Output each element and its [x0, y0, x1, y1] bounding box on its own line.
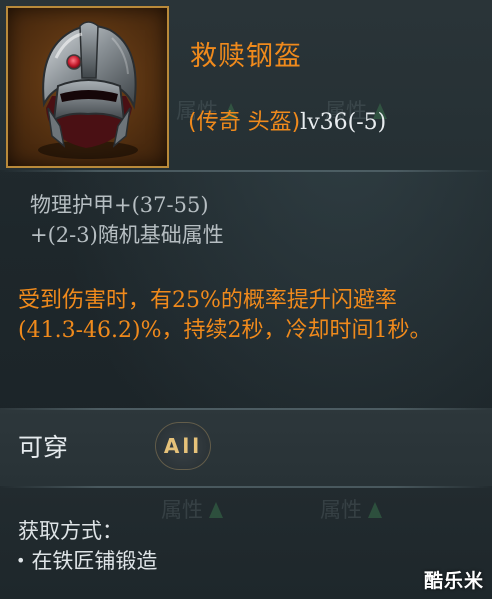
watermark-logo: 酷乐米	[423, 570, 484, 592]
acquisition-title: 获取方式：	[18, 519, 123, 543]
divider	[0, 486, 492, 488]
stat-physical-armor: 物理护甲+(37-55)	[30, 193, 209, 217]
item-type-level: (传奇 头盔)lv36(-5)	[188, 104, 386, 136]
item-rarity-slot: (传奇 头盔)	[188, 110, 301, 135]
green-arrow-icon	[368, 502, 382, 518]
green-arrow-icon	[209, 502, 223, 518]
stat-random-attributes: +(2-3)随机基础属性	[30, 223, 224, 247]
divider	[0, 408, 492, 410]
class-all-badge: All	[155, 422, 211, 470]
acquisition-method: • 在铁匠铺锻造	[16, 549, 158, 573]
wearable-section	[0, 408, 492, 486]
special-effect-text: 受到伤害时，有25%的概率提升闪避率(41.3-46.2)%，持续2秒，冷却时间…	[18, 288, 432, 343]
background-attribute-label: 属性	[161, 494, 223, 524]
wearable-label: 可穿	[18, 433, 69, 462]
item-name: 救赎钢盔	[190, 41, 302, 72]
legendary-helmet-icon	[6, 6, 169, 168]
item-level: lv36(-5)	[300, 110, 387, 135]
background-attribute-label: 属性	[320, 494, 382, 524]
divider	[0, 170, 492, 172]
stats-block: 物理护甲+(37-55) +(2-3)随机基础属性	[30, 190, 224, 250]
bullet-icon: •	[16, 551, 26, 570]
